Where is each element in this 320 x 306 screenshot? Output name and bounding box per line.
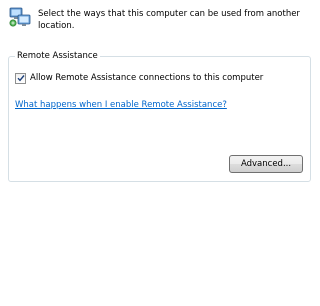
- computer-network-icon: [9, 7, 31, 27]
- remote-assistance-group: Remote Assistance Allow Remote Assistanc…: [8, 50, 311, 182]
- advanced-button[interactable]: Advanced...: [229, 155, 303, 173]
- group-title: Remote Assistance: [15, 50, 100, 62]
- allow-remote-assistance-row[interactable]: Allow Remote Assistance connections to t…: [15, 72, 263, 84]
- remote-settings-page: Select the ways that this computer can b…: [0, 0, 320, 306]
- checkmark-icon: [16, 75, 25, 82]
- allow-remote-assistance-checkbox[interactable]: [15, 72, 26, 84]
- allow-remote-assistance-label[interactable]: Allow Remote Assistance connections to t…: [30, 72, 263, 84]
- remote-assistance-help-link[interactable]: What happens when I enable Remote Assist…: [15, 99, 227, 111]
- page-description: Select the ways that this computer can b…: [38, 9, 300, 31]
